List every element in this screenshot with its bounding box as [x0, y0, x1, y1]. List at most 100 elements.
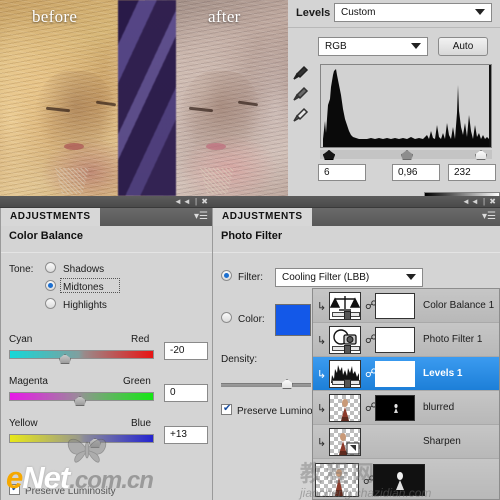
photo-backdrop [118, 0, 176, 196]
input-white-value[interactable]: 232 [448, 164, 496, 181]
photo-filter-title: Photo Filter [221, 230, 283, 242]
clipping-arrow-icon: ↳ [317, 369, 327, 381]
magenta-green-value[interactable]: 0 [164, 384, 208, 402]
butterfly-icon [67, 438, 107, 463]
radio-midtones[interactable] [45, 280, 56, 291]
black-point-eyedropper-icon[interactable] [291, 65, 309, 83]
filter-label: Filter: [238, 272, 263, 283]
preserve-luminosity-checkbox-cb[interactable] [9, 483, 20, 495]
filter-select[interactable]: Cooling Filter (LBB) [275, 268, 423, 287]
radio-shadows-label: Shadows [63, 264, 105, 275]
filter-value: Cooling Filter (LBB) [282, 272, 370, 283]
radio-midtones-label: Midtones [63, 282, 104, 293]
layer-mask-thumb[interactable] [375, 361, 415, 387]
layer-mask-thumb[interactable] [375, 395, 415, 421]
layer-row[interactable]: ☍ [313, 459, 499, 499]
radio-highlights-label: Highlights [63, 300, 107, 311]
cyan-red-value[interactable]: -20 [164, 342, 208, 360]
layer-name: Photo Filter 1 [423, 334, 483, 345]
after-lips [205, 143, 226, 151]
clipping-arrow-icon: ↳ [317, 437, 327, 449]
radio-highlights[interactable] [45, 298, 56, 309]
density-slider-track[interactable] [221, 383, 311, 387]
layer-adjust-slider[interactable] [332, 345, 360, 353]
layer-name: blurred [423, 402, 455, 413]
preserve-luminosity-checkbox-pf[interactable] [221, 403, 232, 415]
photoshop-screenshot: before after Levels Custom RGB Auto 6 0,… [0, 0, 500, 500]
color-label: Color: [238, 314, 265, 325]
layer-name: Levels 1 [423, 368, 463, 379]
photo-filter-tabrow: ADJUSTMENTS ▾☰ [213, 208, 500, 226]
tab-adjustments-left[interactable]: ADJUSTMENTS [1, 208, 100, 226]
density-label: Density: [221, 354, 258, 365]
color-balance-tabrow: ADJUSTMENTS ▾☰ [1, 208, 212, 226]
filter-color-swatch[interactable] [275, 304, 311, 336]
color-balance-panel: ADJUSTMENTS ▾☰ Color Balance Tone: Shado… [0, 208, 212, 500]
layer-mask-thumb[interactable] [373, 464, 425, 496]
levels-title: Levels [296, 7, 331, 19]
layer-name: Color Balance 1 [423, 300, 495, 311]
balance-scales-icon[interactable] [329, 292, 361, 320]
layer-row[interactable]: ↳ ☍ Color Balance 1 [313, 289, 499, 323]
input-black-value[interactable]: 6 [318, 164, 366, 181]
slider-magenta-label: Magenta [9, 376, 48, 387]
color-balance-title: Color Balance [9, 230, 83, 242]
levels-channel-select[interactable]: RGB [318, 37, 428, 56]
levels-preset-select[interactable]: Custom [334, 3, 492, 22]
image-thumb-icon[interactable] [329, 394, 361, 422]
layer-row[interactable]: ↳ ☍ Photo Filter 1 [313, 323, 499, 357]
yellow-blue-value[interactable]: +13 [164, 426, 208, 444]
layer-mask-thumb[interactable] [375, 327, 415, 353]
color-balance-titlebar: ◄◄ | ✖ [0, 196, 212, 208]
layer-row[interactable]: ↳ ☍ Levels 1 [313, 357, 499, 391]
before-label: before [32, 7, 78, 26]
cyan-red-slider-track[interactable] [9, 350, 154, 359]
slider-yellow-label: Yellow [9, 418, 38, 429]
levels-histogram [320, 64, 492, 148]
white-point-eyedropper-icon[interactable] [291, 107, 309, 125]
layers-panel: ↳ ☍ Color Balance 1 ↳ ☍ Photo Filter 1 ↳… [312, 288, 500, 500]
layer-mask-thumb[interactable] [375, 293, 415, 319]
tab-adjustments-right[interactable]: ADJUSTMENTS [213, 208, 312, 226]
levels-panel: Levels Custom RGB Auto 6 0,96 232 [288, 0, 500, 196]
image-thumb-icon[interactable] [315, 463, 359, 497]
levels-channel-value: RGB [325, 41, 347, 52]
clipping-arrow-icon: ↳ [317, 335, 327, 347]
photo-filter-icon[interactable] [329, 326, 361, 354]
layer-row[interactable]: ↳ ☍ blurred [313, 391, 499, 425]
auto-button[interactable]: Auto [438, 37, 488, 56]
layer-adjust-slider[interactable] [332, 311, 360, 319]
image-canvas: before after [0, 0, 290, 196]
image-thumb-icon[interactable] [329, 428, 361, 456]
preserve-luminosity-label-pf: Preserve Luminos [237, 406, 318, 417]
layer-adjust-slider[interactable] [332, 379, 360, 387]
histogram-curve [323, 65, 491, 147]
slider-cyan-label: Cyan [9, 334, 33, 345]
slider-blue-label: Blue [131, 418, 152, 429]
histogram-icon[interactable] [329, 360, 361, 388]
smart-object-badge-icon [346, 442, 360, 455]
after-label: after [208, 7, 241, 26]
tone-label: Tone: [9, 264, 34, 275]
before-lips [63, 143, 84, 151]
collapse-close-icons[interactable]: ◄◄ | ✖ [174, 196, 209, 208]
radio-shadows[interactable] [45, 262, 56, 273]
density-slider-thumb[interactable] [281, 379, 293, 389]
color-balance-separator [1, 252, 212, 253]
clipping-arrow-icon: ↳ [317, 301, 327, 313]
panel-menu-icon-left[interactable]: ▾☰ [194, 210, 208, 224]
slider-red-label: Red [131, 334, 150, 345]
radio-color[interactable] [221, 312, 232, 323]
input-gamma-value[interactable]: 0,96 [392, 164, 440, 181]
radio-filter[interactable] [221, 270, 232, 281]
collapse-close-icons-2[interactable]: ◄◄ | ✖ [462, 196, 497, 208]
chevron-down-icon [411, 43, 421, 49]
slider-green-label: Green [123, 376, 151, 387]
photo-filter-titlebar: ◄◄ | ✖ [212, 196, 500, 208]
panel-menu-icon-right[interactable]: ▾☰ [482, 210, 496, 224]
chevron-down-icon [406, 274, 416, 280]
gray-point-eyedropper-icon[interactable] [291, 86, 309, 104]
preserve-luminosity-label-cb: Preserve Luminosity [25, 486, 116, 497]
layer-row[interactable]: ↳ Sharpen [313, 425, 499, 459]
levels-preset-value: Custom [341, 7, 376, 18]
